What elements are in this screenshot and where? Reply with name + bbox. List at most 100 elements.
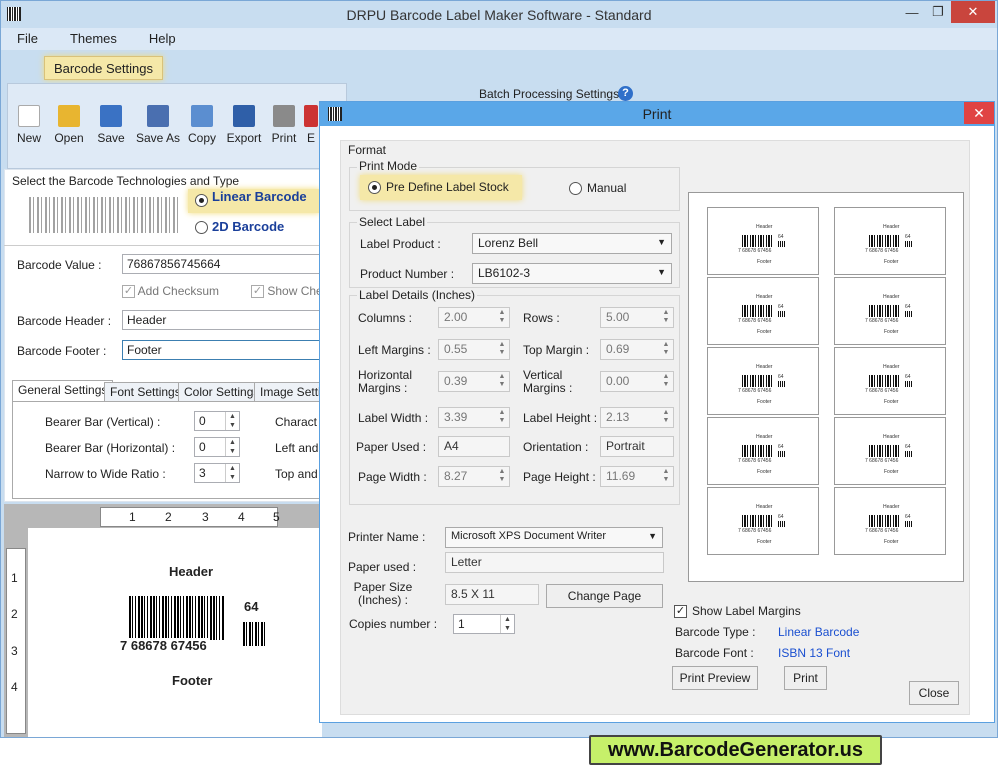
print-button[interactable]: Print bbox=[784, 666, 827, 690]
close-window-button[interactable]: ✕ bbox=[951, 1, 995, 23]
label-height-spinner[interactable]: 2.13 ▲ ▼ bbox=[600, 407, 674, 428]
mini-label: Header 64 7 68678 67456 Footer bbox=[707, 277, 819, 345]
mini-label: Header 64 7 68678 67456 Footer bbox=[834, 347, 946, 415]
new-button[interactable]: New bbox=[7, 105, 51, 145]
page-height-value: 11.69 bbox=[606, 469, 636, 483]
ruler-h-2: 2 bbox=[165, 510, 172, 524]
horizontal-margins-spinner[interactable]: 0.39 ▲ ▼ bbox=[438, 371, 510, 392]
mini-label-addon: 64 bbox=[905, 514, 911, 520]
mini-label-addon-bars bbox=[905, 381, 913, 387]
printer-icon bbox=[273, 105, 295, 127]
barcode-value-label: Barcode Value : bbox=[17, 258, 102, 272]
manual-radio[interactable] bbox=[569, 182, 582, 196]
left-and-label: Left and bbox=[275, 441, 319, 455]
mini-label-header: Header bbox=[756, 224, 773, 230]
change-page-button[interactable]: Change Page bbox=[546, 584, 663, 608]
print-dialog-close-button[interactable]: ✕ bbox=[964, 102, 994, 124]
spinner-arrows-icon[interactable]: ▲ ▼ bbox=[660, 409, 672, 426]
mini-label-footer: Footer bbox=[884, 329, 899, 335]
barcode-footer-label: Barcode Footer : bbox=[17, 344, 107, 358]
spinner-arrows-icon[interactable]: ▲ ▼ bbox=[225, 412, 239, 430]
tab-font-settings[interactable]: Font Settings bbox=[104, 382, 187, 402]
tab-barcode-settings[interactable]: Barcode Settings bbox=[44, 56, 163, 80]
spinner-arrows-icon[interactable]: ▲ ▼ bbox=[660, 373, 672, 390]
top-margin-spinner[interactable]: 0.69 ▲ ▼ bbox=[600, 339, 674, 360]
menu-themes[interactable]: Themes bbox=[54, 28, 133, 50]
spinner-arrows-icon[interactable]: ▲ ▼ bbox=[496, 373, 508, 390]
page-height-spinner[interactable]: 11.69 ▲ ▼ bbox=[600, 466, 674, 487]
printer-name-dropdown[interactable]: Microsoft XPS Document Writer ▼ bbox=[445, 527, 663, 548]
menu-file[interactable]: File bbox=[1, 28, 54, 50]
tab-image-settings[interactable]: Image Settin bbox=[254, 382, 322, 402]
barcode-value-input[interactable]: 76867856745664 bbox=[122, 254, 322, 274]
spinner-arrows-icon[interactable]: ▲ ▼ bbox=[496, 309, 508, 326]
mini-label-header: Header bbox=[883, 504, 900, 510]
design-canvas[interactable]: 1 2 3 4 5 1 2 3 4 Header 64 7 68678 6745… bbox=[4, 504, 322, 737]
rows-spinner[interactable]: 5.00 ▲ ▼ bbox=[600, 307, 674, 328]
preview-digits: 7 68678 67456 bbox=[118, 638, 209, 653]
spinner-arrows-icon[interactable]: ▲ ▼ bbox=[496, 468, 508, 485]
page-width-spinner[interactable]: 8.27 ▲ ▼ bbox=[438, 466, 510, 487]
minimize-button[interactable]: — bbox=[901, 1, 923, 23]
label-preview[interactable]: Header 64 7 68678 67456 Footer bbox=[28, 528, 322, 737]
tab-color-settings[interactable]: Color Settings bbox=[178, 382, 266, 402]
save-button[interactable]: Save bbox=[89, 105, 133, 145]
spinner-arrows-icon[interactable]: ▲ ▼ bbox=[660, 468, 672, 485]
spinner-arrows-icon[interactable]: ▲ ▼ bbox=[496, 341, 508, 358]
spinner-arrows-icon[interactable]: ▲ ▼ bbox=[225, 438, 239, 456]
print-toolbar-button[interactable]: Print bbox=[262, 105, 306, 145]
mini-label: Header 64 7 68678 67456 Footer bbox=[834, 417, 946, 485]
export-icon bbox=[233, 105, 255, 127]
spinner-arrows-icon[interactable]: ▲ ▼ bbox=[225, 464, 239, 482]
linear-barcode-option[interactable]: Linear Barcode bbox=[188, 189, 320, 213]
new-file-icon bbox=[18, 105, 40, 127]
predefine-label-stock-option[interactable]: Pre Define Label Stock bbox=[360, 175, 522, 200]
export-button[interactable]: Export bbox=[222, 105, 266, 145]
open-button[interactable]: Open bbox=[47, 105, 91, 145]
vertical-margins-spinner[interactable]: 0.00 ▲ ▼ bbox=[600, 371, 674, 392]
left-margins-value: 0.55 bbox=[444, 342, 468, 356]
spinner-arrows-icon[interactable]: ▲ ▼ bbox=[496, 409, 508, 426]
copy-button[interactable]: Copy bbox=[180, 105, 224, 145]
paper-used-printer-label: Paper used : bbox=[348, 560, 417, 574]
predefine-radio[interactable] bbox=[368, 181, 381, 195]
left-margins-spinner[interactable]: 0.55 ▲ ▼ bbox=[438, 339, 510, 360]
narrow-wide-spinner[interactable]: 3 ▲ ▼ bbox=[194, 463, 240, 483]
2d-barcode-option[interactable]: 2D Barcode bbox=[195, 219, 284, 235]
label-product-dropdown[interactable]: Lorenz Bell ▼ bbox=[472, 233, 672, 254]
left-margins-label: Left Margins : bbox=[358, 343, 431, 357]
copies-number-label: Copies number : bbox=[349, 617, 438, 631]
save-as-button[interactable]: Save As bbox=[135, 105, 181, 145]
show-checksum-checkbox[interactable]: ✓ Show Che bbox=[251, 284, 323, 299]
manual-option[interactable]: Manual bbox=[569, 181, 626, 196]
show-label-margins-checkbox[interactable]: ✓ Show Label Margins bbox=[674, 604, 801, 619]
mini-label-addon: 64 bbox=[905, 234, 911, 240]
bearer-vertical-spinner[interactable]: 0 ▲ ▼ bbox=[194, 411, 240, 431]
linear-radio[interactable] bbox=[195, 194, 208, 207]
columns-spinner[interactable]: 2.00 ▲ ▼ bbox=[438, 307, 510, 328]
label-details-title: Label Details (Inches) bbox=[357, 288, 478, 302]
barcode-header-input[interactable]: Header bbox=[122, 310, 322, 330]
barcode-type-thumbnails[interactable] bbox=[29, 197, 179, 233]
close-button[interactable]: Close bbox=[909, 681, 959, 705]
product-number-dropdown[interactable]: LB6102-3 ▼ bbox=[472, 263, 672, 284]
print-preview-button[interactable]: Print Preview bbox=[672, 666, 758, 690]
restore-button[interactable]: ❐ bbox=[927, 1, 949, 23]
label-width-spinner[interactable]: 3.39 ▲ ▼ bbox=[438, 407, 510, 428]
bearer-horizontal-spinner[interactable]: 0 ▲ ▼ bbox=[194, 437, 240, 457]
spinner-arrows-icon[interactable]: ▲ ▼ bbox=[660, 309, 672, 326]
barcode-footer-input[interactable]: Footer bbox=[122, 340, 322, 360]
spinner-arrows-icon[interactable]: ▲ ▼ bbox=[660, 341, 672, 358]
copies-number-spinner[interactable]: 1 ▲ ▼ bbox=[453, 614, 515, 634]
tab-general-settings[interactable]: General Settings bbox=[12, 380, 114, 402]
print-dialog-title: Print bbox=[642, 106, 672, 122]
help-icon[interactable]: ? bbox=[618, 86, 633, 101]
narrow-wide-value: 3 bbox=[199, 466, 206, 480]
spinner-arrows-icon[interactable]: ▲ ▼ bbox=[500, 615, 514, 633]
2d-radio[interactable] bbox=[195, 221, 208, 235]
barcode-type-value: Linear Barcode bbox=[778, 625, 860, 639]
menu-help[interactable]: Help bbox=[133, 28, 192, 50]
mini-label-bars bbox=[869, 515, 901, 527]
exit-button[interactable]: E bbox=[301, 105, 321, 145]
add-checksum-checkbox[interactable]: ✓ Add Checksum bbox=[122, 284, 219, 299]
